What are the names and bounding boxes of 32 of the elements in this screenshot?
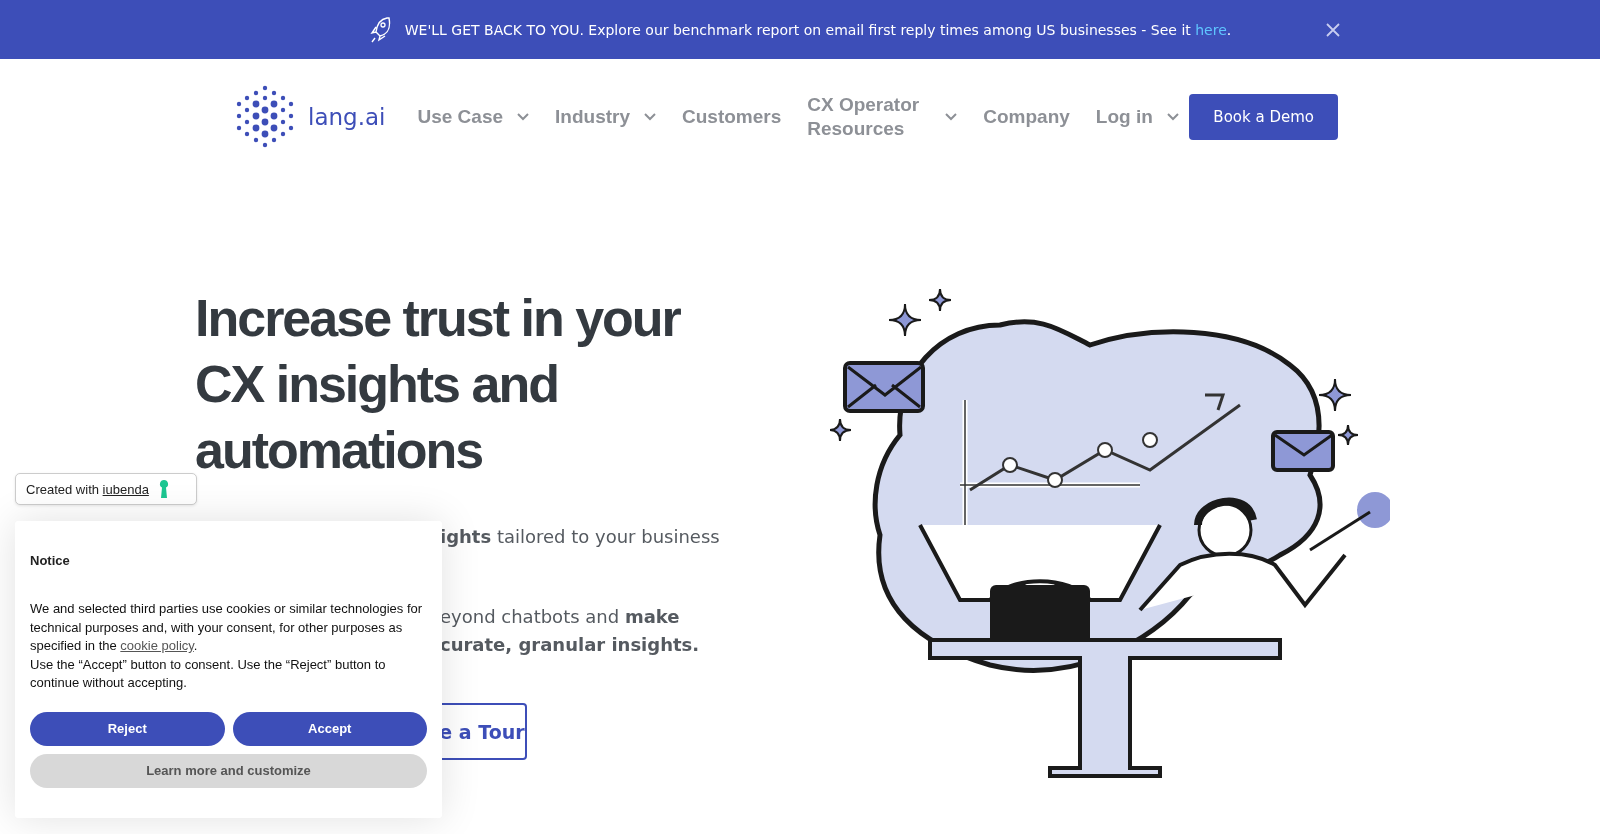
keyhole-icon [158, 479, 169, 499]
announcement-text: WE'LL GET BACK TO YOU. Explore our benchmark report on email first reply times among US businesses - See it here. [404, 21, 1232, 38]
book-demo-button[interactable]: Book a Demo [1189, 94, 1338, 140]
consent-button[interactable]: Learn more and customize [30, 753, 427, 788]
close-icon [1326, 23, 1340, 37]
notice-title: Notice [30, 553, 71, 568]
here-link[interactable]: here [1195, 21, 1227, 38]
rocket-icon [368, 15, 391, 44]
nav-link[interactable]: CX Operator Resources [807, 93, 958, 141]
nav-link[interactable]: Log in [1095, 105, 1179, 129]
consent-button[interactable]: Accept [232, 711, 427, 746]
nav-link[interactable]: Company [983, 105, 1070, 129]
cookie-policy-link[interactable]: cookie policy [120, 638, 194, 653]
consent-button[interactable]: Reject [30, 711, 225, 746]
badge-text: Created with iubenda [26, 481, 149, 497]
chevron-down-icon [1166, 113, 1179, 121]
nav-link[interactable]: Customers [682, 105, 782, 129]
chevron-down-icon [644, 113, 656, 121]
nav-link[interactable]: Use Case [417, 105, 530, 129]
dotted-hexagon-logo-icon [236, 85, 296, 149]
notice-text: Use the “Accept” button to consent. Use the “Reject” button to continue without accepting. [30, 655, 387, 692]
hero-paragraph-text: ights tailored to your business [440, 525, 721, 549]
hero-paragraph-text: curate, granular insights. [440, 633, 701, 657]
iubenda-badge[interactable]: Created with iubenda [15, 473, 197, 505]
hero-headline: Increase trust in your CX insights and automations [195, 288, 682, 481]
notice-text: We and selected third parties use cookies or similar technologies for technical purposes and, with your consent, for other purposes as specified in the cookie policy. [30, 600, 424, 655]
logo-text: lang.ai [308, 104, 386, 130]
iubenda-link[interactable]: iubenda [102, 481, 149, 497]
chevron-down-icon [517, 113, 530, 121]
nav-link[interactable]: Industry [555, 105, 656, 129]
chevron-down-icon [945, 113, 958, 121]
hero-paragraph-text: eyond chatbots and make [440, 605, 681, 629]
